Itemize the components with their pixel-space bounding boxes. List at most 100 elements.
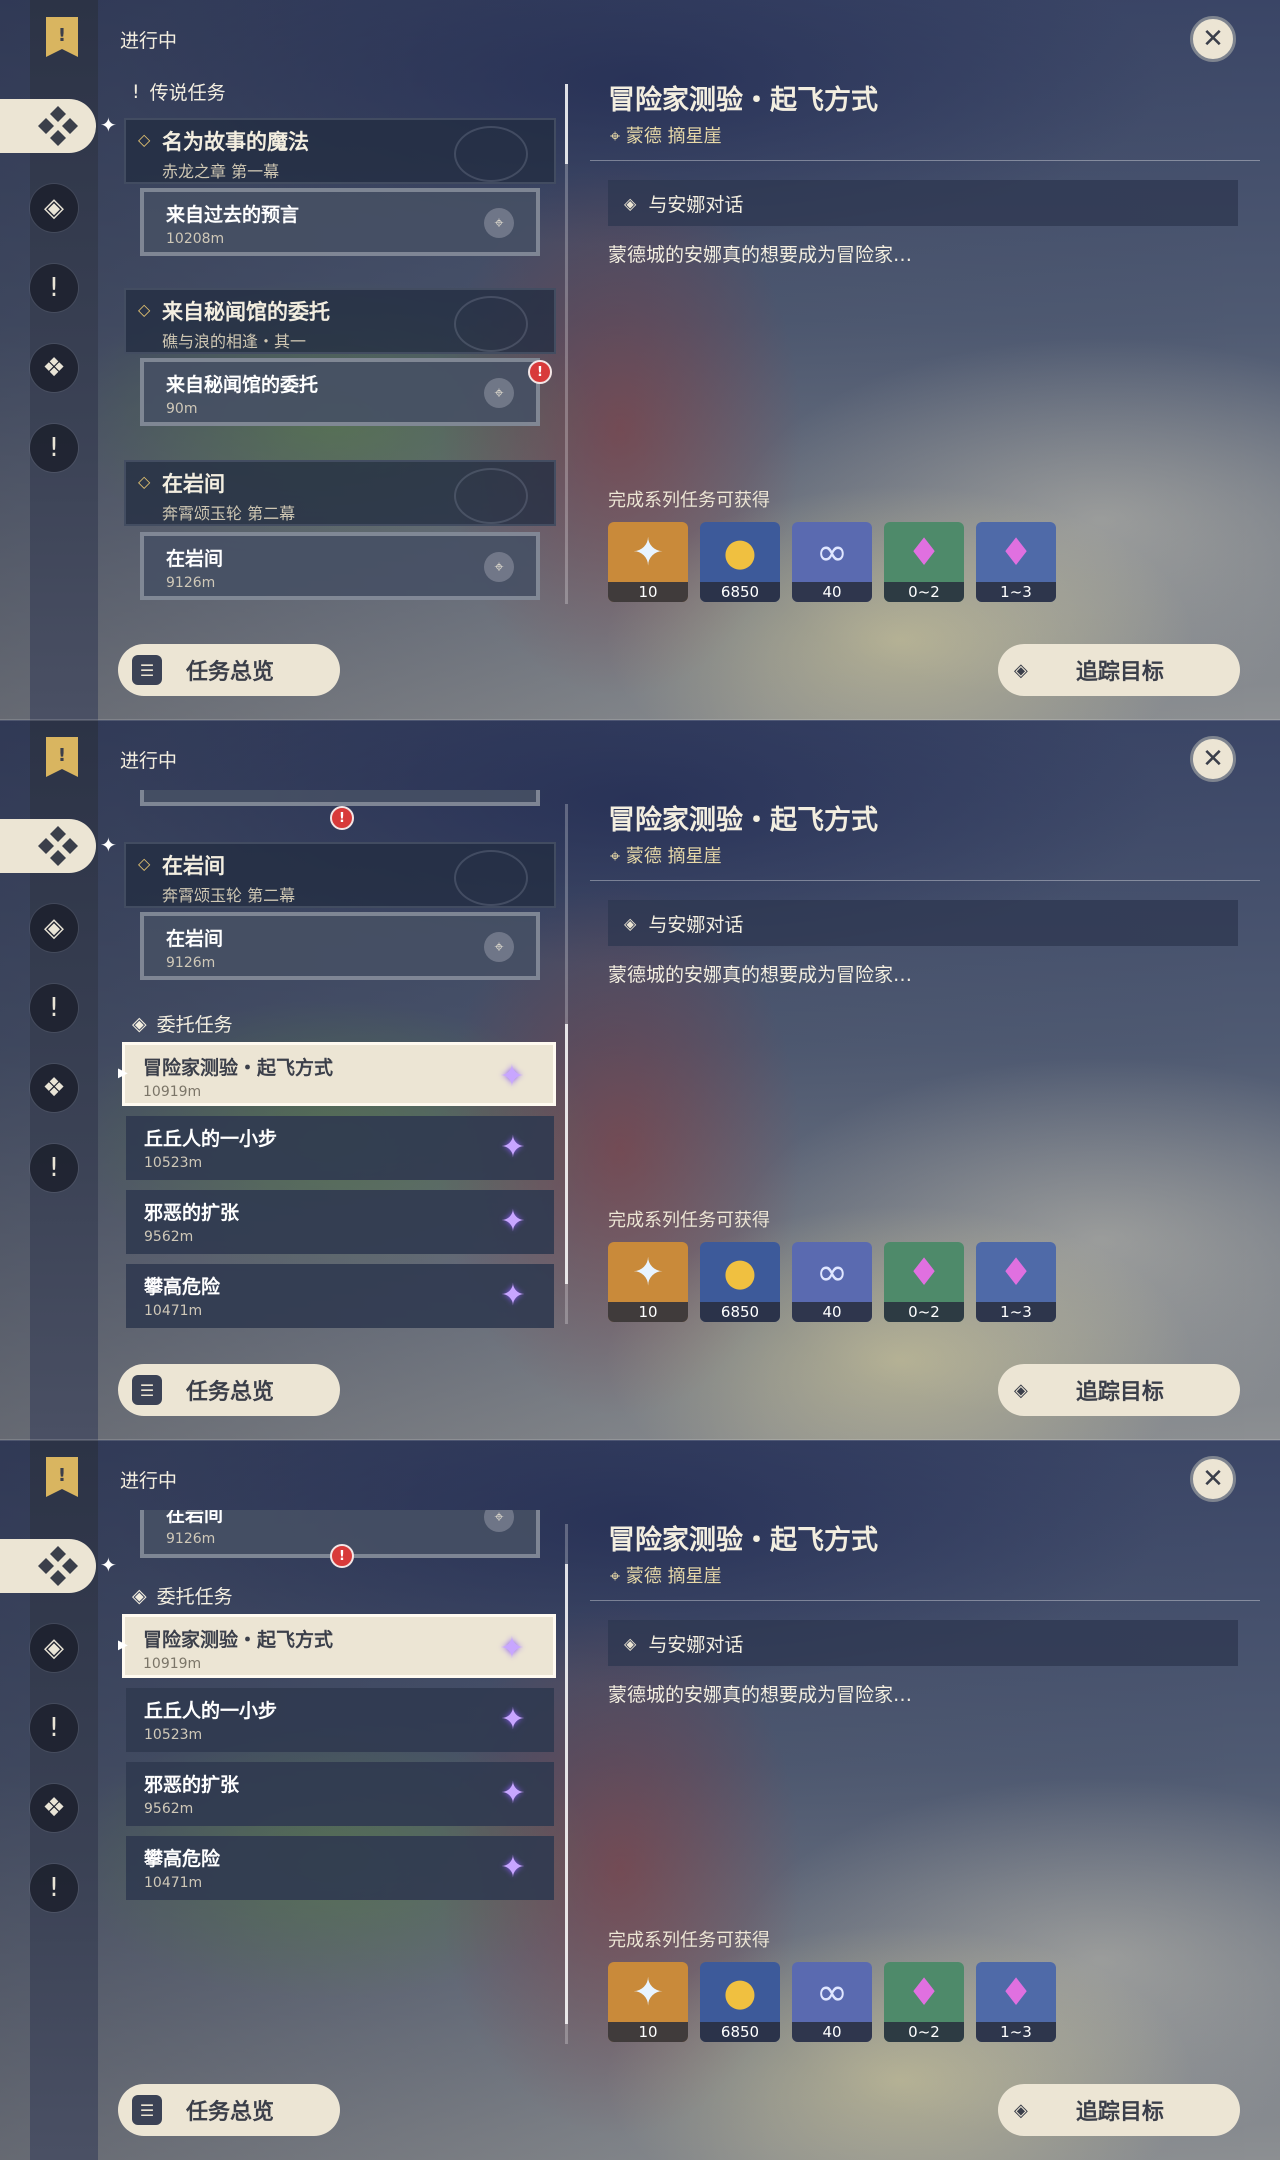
commission-tab-icon[interactable] — [0, 99, 96, 153]
quest-overview-button[interactable]: ☰ 任务总览 — [118, 2084, 340, 2136]
commission-item[interactable]: 攀高危险 10471m ✦ — [126, 1836, 554, 1900]
quest-book-icon[interactable]: ! — [42, 14, 82, 60]
adventure-exp-icon: ∞ — [816, 1250, 848, 1294]
daily-quest-tab-icon[interactable]: ❖ — [30, 1784, 78, 1832]
alert-icon: ! — [330, 806, 354, 830]
sub-quest-item[interactable]: 在岩间 9126m ⌖ — [140, 532, 540, 600]
legend-section-header: ! 传说任务 — [132, 80, 226, 105]
scrollbar[interactable] — [565, 804, 568, 1324]
selected-arrow-icon: ▶ — [118, 1065, 128, 1081]
location-pin-icon[interactable]: ⌖ — [484, 378, 514, 408]
quest-title: 冒险家测验・起飞方式 — [608, 1525, 878, 1556]
crystal-icon: ♦ — [906, 1250, 942, 1294]
legend-quest-tab-icon[interactable]: ! — [30, 264, 78, 312]
daily-quest-tab-icon[interactable]: ❖ — [30, 1064, 78, 1112]
quest-group-header[interactable]: ◇ 在岩间 奔霄颂玉轮 第二幕 — [124, 460, 556, 526]
commission-tab-icon[interactable] — [0, 1539, 96, 1593]
quest-list[interactable]: 在岩间 9126m ⌖ ! ◈ 委托任务 ▶ 冒险家测验・起飞方式 10919m… — [118, 1510, 558, 2050]
quest-panel-1: ! ✦ ◈ ! ❖ ! 进行中 ! 传说任务 ◇ 名为故事的魔法 赤龙之章 第一… — [0, 0, 1280, 720]
scrollbar[interactable] — [565, 1524, 568, 2044]
reward-crystal-chunk[interactable]: ♦ 1~3 — [976, 1242, 1056, 1322]
location-pin-icon[interactable]: ⌖ — [484, 208, 514, 238]
quest-title: 冒险家测验・起飞方式 — [608, 805, 878, 836]
crystal-icon: ♦ — [906, 1970, 942, 2014]
commission-item[interactable]: 邪恶的扩张 9562m ✦ — [126, 1190, 554, 1254]
quest-group-header[interactable]: ◇ 在岩间 奔霄颂玉轮 第二幕 — [124, 842, 556, 908]
divider — [590, 1600, 1260, 1601]
daily-quest-tab-icon[interactable]: ❖ — [30, 344, 78, 392]
quest-overview-button[interactable]: ☰ 任务总览 — [118, 644, 340, 696]
reward-primogem[interactable]: ✦ 10 — [608, 1962, 688, 2042]
quest-group-header[interactable]: ◇ 名为故事的魔法 赤龙之章 第一幕 — [124, 118, 556, 184]
event-quest-tab-icon[interactable]: ! — [30, 424, 78, 472]
legend-quest-tab-icon[interactable]: ! — [30, 1704, 78, 1752]
reward-primogem[interactable]: ✦ 10 — [608, 522, 688, 602]
rewards-label: 完成系列任务可获得 — [608, 1930, 770, 1951]
quest-description: 蒙德城的安娜真的想要成为冒险家… — [608, 244, 913, 266]
quest-book-icon[interactable]: ! — [42, 1454, 82, 1500]
event-quest-tab-icon[interactable]: ! — [30, 1144, 78, 1192]
quest-list[interactable]: ! 传说任务 ◇ 名为故事的魔法 赤龙之章 第一幕 来自过去的预言 10208m… — [118, 70, 558, 610]
reward-crystal[interactable]: ♦ 0~2 — [884, 1962, 964, 2042]
svg-text:!: ! — [58, 1465, 66, 1486]
track-target-button[interactable]: ◈ 追踪目标 — [998, 1364, 1240, 1416]
moon-emblem-icon — [454, 468, 528, 524]
track-target-button[interactable]: ◈ 追踪目标 — [998, 2084, 1240, 2136]
sub-quest-item[interactable]: 来自过去的预言 10208m ⌖ — [140, 188, 540, 256]
overview-icon: ☰ — [132, 655, 162, 685]
location-pin-icon[interactable]: ⌖ — [484, 932, 514, 962]
divider — [590, 160, 1260, 161]
reward-primogem[interactable]: ✦ 10 — [608, 1242, 688, 1322]
commission-gem-icon: ✦ — [500, 1203, 526, 1239]
track-target-button[interactable]: ◈ 追踪目标 — [998, 644, 1240, 696]
quest-list[interactable]: ! ◇ 在岩间 奔霄颂玉轮 第二幕 在岩间 9126m ⌖ ◈ 委托任务 ▶ 冒… — [118, 790, 558, 1330]
panel-seam — [0, 1439, 1280, 1441]
reward-mora[interactable]: ● 6850 — [700, 522, 780, 602]
world-quest-tab-icon[interactable]: ◈ — [30, 1624, 78, 1672]
scrollbar[interactable] — [565, 84, 568, 604]
scroll-thumb[interactable] — [565, 84, 568, 164]
diamond-icon: ◈ — [624, 193, 637, 213]
overview-icon: ☰ — [132, 2095, 162, 2125]
commission-item[interactable]: 丘丘人的一小步 10523m ✦ — [126, 1688, 554, 1752]
reward-adventure-exp[interactable]: ∞ 40 — [792, 1242, 872, 1322]
close-button[interactable]: ✕ — [1190, 736, 1236, 782]
scroll-thumb[interactable] — [565, 1024, 568, 1284]
reward-crystal[interactable]: ♦ 0~2 — [884, 1242, 964, 1322]
world-quest-tab-icon[interactable]: ◈ — [30, 184, 78, 232]
sub-quest-item[interactable]: 来自秘闻馆的委托 90m ⌖ — [140, 358, 540, 426]
reward-mora[interactable]: ● 6850 — [700, 1242, 780, 1322]
sub-quest-item[interactable]: 在岩间 9126m ⌖ — [140, 912, 540, 980]
commission-item-selected[interactable]: ▶ 冒险家测验・起飞方式 10919m ✦ — [118, 1614, 556, 1678]
event-quest-tab-icon[interactable]: ! — [30, 1864, 78, 1912]
commission-item-selected[interactable]: ▶ 冒险家测验・起飞方式 10919m ✦ — [118, 1042, 556, 1106]
world-quest-tab-icon[interactable]: ◈ — [30, 904, 78, 952]
commission-gem-icon: ✦ — [499, 1630, 525, 1666]
reward-crystal-chunk[interactable]: ♦ 1~3 — [976, 1962, 1056, 2042]
location-icon: ⌖ — [610, 1566, 626, 1587]
crystal-chunk-icon: ♦ — [998, 1250, 1034, 1294]
reward-adventure-exp[interactable]: ∞ 40 — [792, 1962, 872, 2042]
reward-crystal-chunk[interactable]: ♦ 1~3 — [976, 522, 1056, 602]
commission-tab-icon[interactable] — [0, 819, 96, 873]
reward-crystal[interactable]: ♦ 0~2 — [884, 522, 964, 602]
location-pin-icon[interactable]: ⌖ — [484, 552, 514, 582]
close-icon: ✕ — [1202, 744, 1224, 774]
scroll-thumb[interactable] — [565, 1564, 568, 2024]
quest-group-header[interactable]: ◇ 来自秘闻馆的委托 礁与浪的相逢・其一 — [124, 288, 556, 354]
sparkle-icon: ✦ — [100, 113, 117, 137]
reward-adventure-exp[interactable]: ∞ 40 — [792, 522, 872, 602]
commission-item[interactable]: 丘丘人的一小步 10523m ✦ — [126, 1116, 554, 1180]
commission-item[interactable]: 邪恶的扩张 9562m ✦ — [126, 1762, 554, 1826]
location-pin-icon[interactable]: ⌖ — [484, 1510, 514, 1532]
close-button[interactable]: ✕ — [1190, 16, 1236, 62]
quest-book-icon[interactable]: ! — [42, 734, 82, 780]
crystal-chunk-icon: ♦ — [998, 1970, 1034, 2014]
sub-quest-item-partial[interactable] — [140, 790, 540, 806]
reward-mora[interactable]: ● 6850 — [700, 1962, 780, 2042]
crystal-icon: ♦ — [906, 530, 942, 574]
quest-overview-button[interactable]: ☰ 任务总览 — [118, 1364, 340, 1416]
close-button[interactable]: ✕ — [1190, 1456, 1236, 1502]
legend-quest-tab-icon[interactable]: ! — [30, 984, 78, 1032]
commission-item[interactable]: 攀高危险 10471m ✦ — [126, 1264, 554, 1328]
